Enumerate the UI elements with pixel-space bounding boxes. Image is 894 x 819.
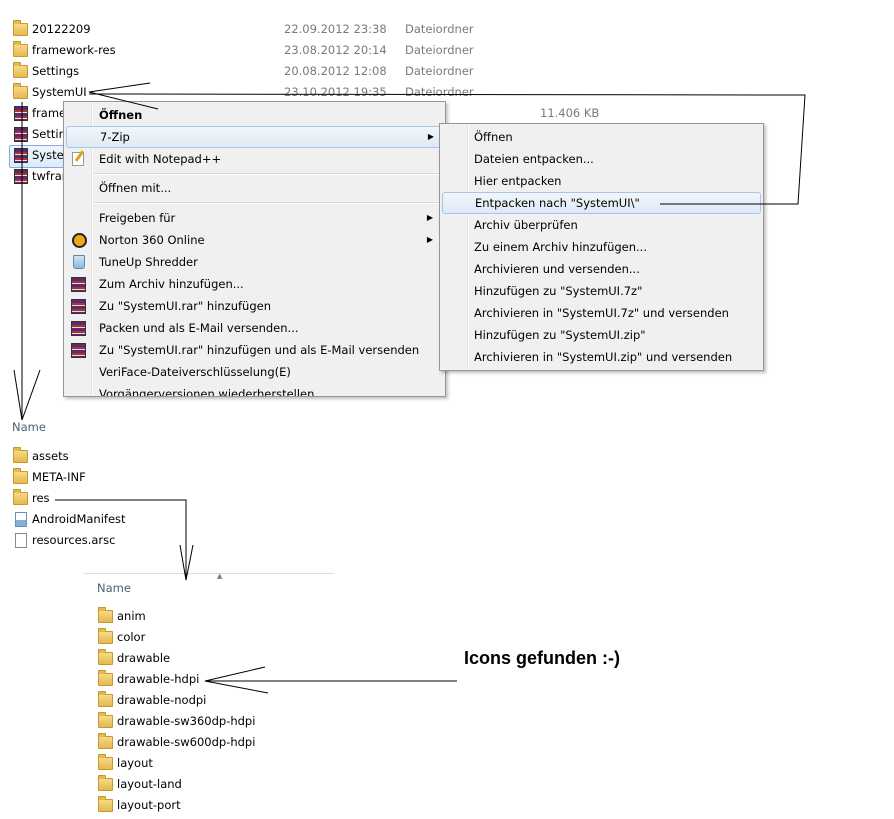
winrar-icon [71,299,86,314]
winrar-icon [71,343,86,358]
submenu-item-test-archive[interactable]: Archiv überprüfen [442,214,759,236]
menu-item-add-to-rar[interactable]: Zu "SystemUI.rar" hinzufügen [66,295,443,317]
menu-item-share-with[interactable]: Freigeben für ▶ [66,207,443,229]
submenu-item-add-to-archive[interactable]: Zu einem Archiv hinzufügen... [442,236,759,258]
notepadpp-icon [72,152,84,166]
folder-icon [13,62,28,78]
shredder-icon [73,255,85,269]
winrar-icon [71,277,86,292]
folder-icon [13,83,28,99]
folder-icon [98,775,113,791]
menu-item-norton[interactable]: Norton 360 Online ▶ [66,229,443,251]
list-item[interactable]: drawable-sw360dp-hdpi [97,711,317,731]
submenu-item-open[interactable]: Öffnen [442,126,759,148]
file-row[interactable]: 20122209 22.09.2012 23:38 Dateiordner [12,19,612,39]
norton-icon [72,233,87,248]
archive-icon [14,148,28,163]
list-item[interactable]: AndroidManifest [12,509,212,529]
folder-icon [98,607,113,623]
list-item[interactable]: layout [97,753,317,773]
header-divider [84,573,334,574]
folder-icon [98,649,113,665]
sort-arrow-icon: ▲ [217,572,223,580]
file-row[interactable]: framework-res 23.08.2012 20:14 Dateiordn… [12,40,612,60]
folder-icon [13,447,28,463]
submenu-item-add-to-zip[interactable]: Hinzufügen zu "SystemUI.zip" [442,324,759,346]
file-row-systemui[interactable]: SystemUI 23.10.2012 19:35 Dateiordner [12,82,612,102]
submenu-item-extract-here[interactable]: Hier entpacken [442,170,759,192]
menu-item-pack-email[interactable]: Packen und als E-Mail versenden... [66,317,443,339]
submenu-arrow-icon: ▶ [426,235,433,244]
menu-item-notepadpp[interactable]: Edit with Notepad++ [66,148,443,170]
submenu-item-extract-to-folder[interactable]: Entpacken nach "SystemUI\" [442,192,761,214]
folder-icon [98,796,113,812]
folder-icon [13,20,28,36]
extracted-folder-panel: Name assets META-INF res AndroidManifest… [0,415,245,582]
list-item[interactable]: drawable [97,648,317,668]
list-item[interactable]: layout-port [97,795,317,815]
list-item[interactable]: drawable-sw600dp-hdpi [97,732,317,752]
list-item-res[interactable]: res [12,488,212,508]
submenu-item-extract-files[interactable]: Dateien entpacken... [442,148,759,170]
column-header-name[interactable]: Name [12,420,46,434]
list-item[interactable]: META-INF [12,467,212,487]
list-item[interactable]: drawable-nodpi [97,690,317,710]
submenu-arrow-icon: ▶ [426,213,433,222]
manifest-icon [15,512,27,527]
folder-icon [13,41,28,57]
list-item[interactable]: color [97,627,317,647]
folder-icon [13,489,28,505]
list-item-drawable-hdpi[interactable]: drawable-hdpi [97,669,317,689]
list-item[interactable]: anim [97,606,317,626]
res-folder-panel: Name ▲ anim color drawable drawable-hdpi… [84,572,334,819]
menu-item-open[interactable]: Öffnen [66,104,443,126]
folder-icon [98,670,113,686]
context-menu: Öffnen 7-Zip ▶ Edit with Notepad++ Öffne… [63,101,446,397]
winrar-icon [71,321,86,336]
folder-icon [13,468,28,484]
callout-text: Icons gefunden :-) [464,648,620,668]
file-row[interactable]: Settings 20.08.2012 12:08 Dateiordner [12,61,612,81]
submenu-item-add-to-7z[interactable]: Hinzufügen zu "SystemUI.7z" [442,280,759,302]
menu-separator [94,173,440,175]
folder-icon [98,733,113,749]
list-item[interactable]: layout-land [97,774,317,794]
folder-icon [98,754,113,770]
menu-item-tuneup-shredder[interactable]: TuneUp Shredder [66,251,443,273]
menu-item-7zip[interactable]: 7-Zip ▶ [66,126,445,148]
7zip-submenu: Öffnen Dateien entpacken... Hier entpack… [439,123,764,371]
menu-item-add-rar-email[interactable]: Zu "SystemUI.rar" hinzufügen und als E-M… [66,339,443,361]
archive-icon [14,127,28,142]
folder-icon [98,628,113,644]
file-icon [15,533,27,548]
submenu-item-compress-email[interactable]: Archivieren und versenden... [442,258,759,280]
list-item[interactable]: resources.arsc [12,530,212,550]
archive-icon [14,106,28,121]
column-header-name[interactable]: Name [97,581,131,595]
menu-item-open-with[interactable]: Öffnen mit... [66,177,443,199]
menu-item-restore-versions[interactable]: Vorgängerversionen wiederherstellen [66,383,443,396]
menu-item-add-to-archive[interactable]: Zum Archiv hinzufügen... [66,273,443,295]
archive-icon [14,169,28,184]
folder-icon [98,712,113,728]
folder-icon [98,691,113,707]
submenu-arrow-icon: ▶ [427,132,434,141]
list-item[interactable]: assets [12,446,212,466]
submenu-item-zip-email[interactable]: Archivieren in "SystemUI.zip" und versen… [442,346,759,368]
menu-separator [94,202,440,204]
menu-item-veriface[interactable]: VeriFace-Dateiverschlüsselung(E) [66,361,443,383]
submenu-item-7z-email[interactable]: Archivieren in "SystemUI.7z" und versend… [442,302,759,324]
